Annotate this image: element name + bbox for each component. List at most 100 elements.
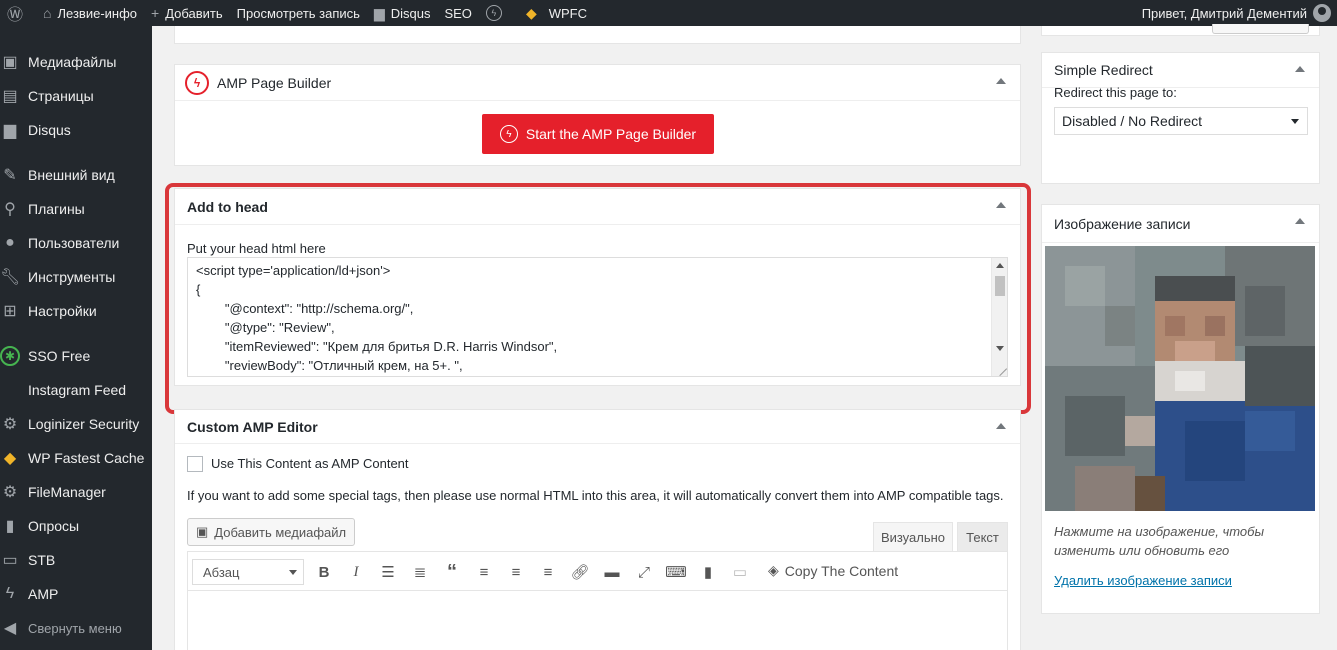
format-select[interactable]: Абзац [192,559,304,585]
amp-page-builder-header[interactable]: ϟ AMP Page Builder [175,65,1020,101]
editor-content-area[interactable] [187,591,1008,650]
read-more-button[interactable]: ▬ [600,560,624,584]
avatar [1313,4,1331,22]
featured-image-hint: Нажмите на изображение, чтобы изменить и… [1054,524,1265,558]
sidebar-item-media[interactable]: ▣ Медиафайлы [0,45,152,79]
user-greeting[interactable]: Привет, Дмитрий Дементий [1135,0,1337,26]
align-right-button[interactable]: ≡ [536,560,560,584]
gear-icon: ⚙ [2,484,18,501]
fullscreen-button[interactable]: ⤢ [632,560,656,584]
bullet-list-button[interactable]: ☰ [376,560,400,584]
seo-link[interactable]: SEO [437,0,478,26]
chevron-down-icon [289,570,297,575]
redirect-select[interactable]: Disabled / No Redirect [1054,107,1308,135]
sidebar-item-pages[interactable]: ▤ Страницы [0,79,152,113]
sidebar-item-sso-free[interactable]: ✱ SSO Free [0,339,152,373]
copy-content-button[interactable]: ◈ Copy The Content [768,562,898,579]
plugin-icon: ⚲ [4,201,16,218]
featured-image-header[interactable]: Изображение записи [1042,205,1319,243]
admin-bar: Ⓦ ⌂ Лезвие-инфо + Добавить Просмотреть зап… [0,0,1337,26]
start-amp-page-builder-button[interactable]: ϟ Start the AMP Page Builder [482,114,714,154]
sidebar-item-stb[interactable]: ▭ STB [0,543,152,577]
amp-icon: ϟ [485,5,502,21]
collapse-icon: ◀ [3,620,17,637]
cheetah-icon: ◆ [525,4,537,21]
sidebar-item-users[interactable]: ● Пользователи [0,226,152,260]
keyboard-button[interactable]: ⌨ [664,560,688,584]
redirect-label: Redirect this page to: [1054,85,1177,100]
pages-icon: ▤ [2,88,18,105]
sidebar-item-amp[interactable]: ϟ AMP [0,577,152,611]
eraser-icon: ◈ [768,562,779,578]
sidebar-item-wp-fastest-cache[interactable]: ◆ WP Fastest Cache [0,441,152,475]
toggle-arrow-icon[interactable] [996,78,1006,84]
admin-sidebar: ▣ Медиафайлы ▤ Страницы ▆ Disqus ✎ Внешний в… [0,26,152,650]
featured-image-box: Изображение записи Нажмите на изображени… [1041,204,1320,614]
link-button[interactable]: 🔗︎ [568,560,592,584]
editor-toolbar: Абзац B I ☰ ≣ “ ≡ ≡ ≡ 🔗︎ ▬ ⤢ ⌨ ▮ ▭ ◈ Copy… [187,551,1008,591]
amp-page-builder-box: ϟ AMP Page Builder ϟ Start the AMP Page … [174,64,1021,166]
media-icon: ▣ [2,54,18,71]
tab-visual[interactable]: Визуально [873,522,953,551]
plus-icon: + [151,5,160,21]
custom-amp-editor-box: Custom AMP Editor Use This Content as AM… [174,409,1021,650]
publish-action-button[interactable] [1212,24,1309,34]
blockquote-button[interactable]: “ [440,560,464,584]
previous-postbox [174,26,1021,44]
users-icon: ● [5,234,15,251]
sidebar-item-loginizer[interactable]: ⚙ Loginizer Security [0,407,152,441]
toggle-arrow-icon[interactable] [1295,66,1305,72]
comment-icon: ▆ [373,4,385,21]
align-left-button[interactable]: ≡ [472,560,496,584]
toggle-arrow-icon[interactable] [1295,218,1305,224]
sidebar-item-filemanager[interactable]: ⚙ FileManager [0,475,152,509]
amp-icon: ϟ [499,125,518,143]
wordpress-logo[interactable]: Ⓦ [0,0,36,26]
home-icon: ⌂ [43,5,52,21]
chevron-down-icon [1291,119,1299,124]
collapse-menu-button[interactable]: ◀ Свернуть меню [0,611,152,645]
toggle-arrow-icon[interactable] [996,423,1006,429]
comment-icon: ▆ [3,122,17,139]
wpfc-link[interactable]: ◆ WPFC [519,0,594,26]
settings-icon: ⊞ [3,303,17,320]
chart-button[interactable]: ▮ [696,560,720,584]
sidebar-item-disqus[interactable]: ▆ Disqus [0,113,152,147]
custom-amp-editor-header[interactable]: Custom AMP Editor [175,410,1020,444]
box-icon: ▭ [2,552,18,569]
highlight-frame [165,183,1031,414]
add-new-link[interactable]: + Добавить [144,0,230,26]
toggle-toolbar-button[interactable]: ▭ [728,560,752,584]
sidebar-item-polls[interactable]: ▮ Опросы [0,509,152,543]
add-media-button[interactable]: ▣ Добавить медиафайл [187,518,356,546]
wrench-icon: 🔧︎ [0,269,21,286]
sidebar-item-tools[interactable]: 🔧︎ Инструменты [0,260,152,294]
sidebar-item-instagram-feed[interactable]: Instagram Feed [0,373,152,407]
view-post-link[interactable]: Просмотреть запись [230,0,367,26]
amp-adminbar-link[interactable]: ϟ [479,0,509,26]
site-name-link[interactable]: ⌂ Лезвие-инфо [36,0,144,26]
italic-button[interactable]: I [344,560,368,584]
brush-icon: ✎ [3,167,17,184]
featured-image-thumbnail[interactable] [1045,246,1315,511]
amp-icon: ϟ [5,585,15,602]
chart-icon: ▮ [5,518,15,535]
amp-icon: ϟ [185,70,209,95]
cheetah-icon: ◆ [3,450,17,467]
amp-content-checkbox-label: Use This Content as AMP Content [211,456,409,471]
align-center-button[interactable]: ≡ [504,560,528,584]
gear-icon: ⚙ [2,416,18,433]
sidebar-item-settings[interactable]: ⊞ Настройки [0,294,152,328]
sso-icon: ✱ [0,346,20,366]
wordpress-icon: Ⓦ [7,7,24,24]
simple-redirect-header[interactable]: Simple Redirect [1042,53,1319,88]
amp-content-checkbox[interactable] [187,456,203,472]
numbered-list-button[interactable]: ≣ [408,560,432,584]
amp-editor-info-text: If you want to add some special tags, th… [187,488,1004,503]
bold-button[interactable]: B [312,560,336,584]
disqus-link[interactable]: ▆ Disqus [367,0,438,26]
tab-text[interactable]: Текст [957,522,1008,551]
sidebar-item-plugins[interactable]: ⚲ Плагины [0,192,152,226]
sidebar-item-appearance[interactable]: ✎ Внешний вид [0,158,152,192]
remove-featured-image-link[interactable]: Удалить изображение записи [1054,573,1232,588]
